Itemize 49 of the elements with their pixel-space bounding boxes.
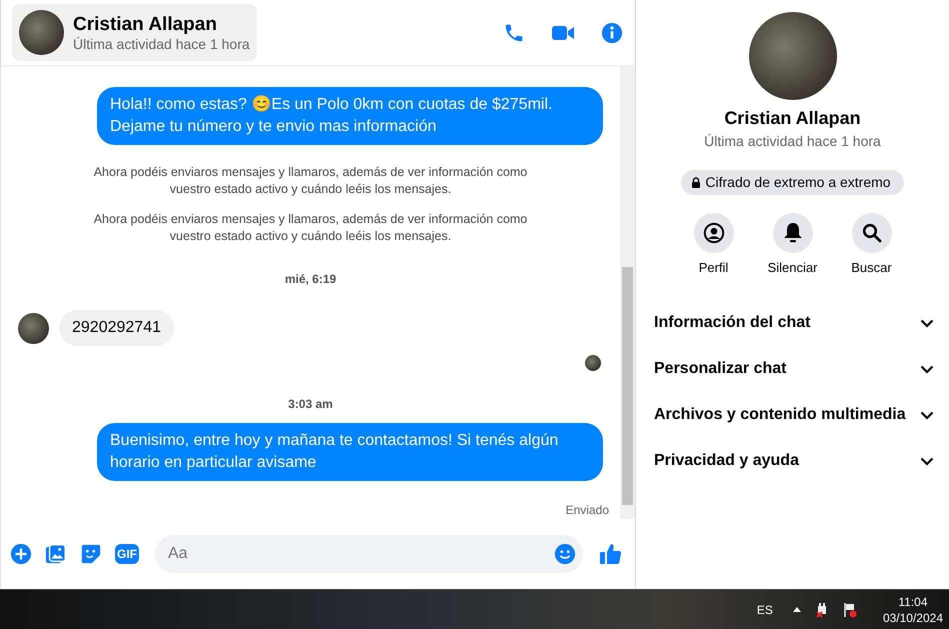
thumbs-up-icon[interactable] xyxy=(599,542,623,566)
last-active-text: Última actividad hace 1 hora xyxy=(73,36,250,52)
encryption-badge: Cifrado de extremo a extremo xyxy=(681,170,904,195)
scrollbar[interactable] xyxy=(620,65,635,519)
profile-action-button[interactable] xyxy=(772,213,812,253)
language-indicator[interactable]: ES xyxy=(756,602,773,616)
collapsible-section[interactable]: Privacidad y ayuda xyxy=(636,438,949,484)
chevron-icon xyxy=(920,456,934,466)
sent-message-bubble: Buenisimo, entre hoy y mañana te contactamos! Si tenés algún horario en particular avisame xyxy=(97,423,603,481)
flag-icon[interactable] xyxy=(842,602,857,618)
collapsible-section[interactable]: Archivos y contenido multimedia xyxy=(636,392,949,438)
action-label: Silenciar xyxy=(768,260,818,275)
avatar-photo xyxy=(18,312,49,344)
delivery-status: Enviado xyxy=(566,503,609,517)
action-label: Buscar xyxy=(851,260,892,275)
chevron-icon xyxy=(920,364,934,374)
image-icon[interactable] xyxy=(45,543,67,565)
timestamp: 3:03 am xyxy=(288,397,333,411)
info-icon[interactable] xyxy=(601,22,623,44)
gif-button[interactable]: GIF xyxy=(115,544,139,564)
plus-icon[interactable] xyxy=(10,543,32,565)
contact-name: Cristian Allapan xyxy=(73,14,218,36)
read-receipt-avatar xyxy=(585,355,601,371)
sent-message-bubble: Hola!! como estas? 😊Es un Polo 0km con cuotas de $275mil. Dejame tu número y te envio mas información xyxy=(97,87,603,145)
chevron-icon xyxy=(920,410,934,420)
system-notice: Ahora podéis enviaros mensajes y llamaros, además de ver información como vuestro estado activo y cuándo leéis los mensajes. xyxy=(92,164,528,198)
clock-date[interactable]: 03/10/2024 xyxy=(882,610,943,626)
message-input-field[interactable]: Aa xyxy=(155,535,583,573)
received-message-bubble: 2920292741 xyxy=(59,310,174,346)
user-icon xyxy=(702,222,724,244)
clock-time[interactable]: 11:04 xyxy=(898,594,928,610)
collapsible-section[interactable]: Información del chat xyxy=(636,300,949,346)
avatar-photo xyxy=(19,10,64,55)
search-icon xyxy=(862,223,882,243)
profile-action-button[interactable] xyxy=(694,213,734,253)
collapsible-section[interactable]: Personalizar chat xyxy=(636,346,949,392)
bell-icon xyxy=(782,222,802,244)
power-plug-icon[interactable] xyxy=(814,602,829,618)
profile-name: Cristian Allapan xyxy=(724,108,861,129)
caret-icon[interactable] xyxy=(792,607,801,612)
profile-action-button[interactable] xyxy=(852,213,892,253)
contact-header[interactable]: Cristian Allapan Última actividad hace 1 hora xyxy=(12,4,257,61)
emoji-icon[interactable] xyxy=(554,543,576,565)
sticker-icon[interactable] xyxy=(80,543,102,565)
system-notice: Ahora podéis enviaros mensajes y llamaros, además de ver información como vuestro estado activo y cuándo leéis los mensajes. xyxy=(92,211,528,245)
last-active-text: Última actividad hace 1 hora xyxy=(704,133,881,149)
timestamp: mié, 6:19 xyxy=(284,272,336,286)
action-label: Perfil xyxy=(698,260,728,275)
chevron-icon xyxy=(920,318,934,328)
